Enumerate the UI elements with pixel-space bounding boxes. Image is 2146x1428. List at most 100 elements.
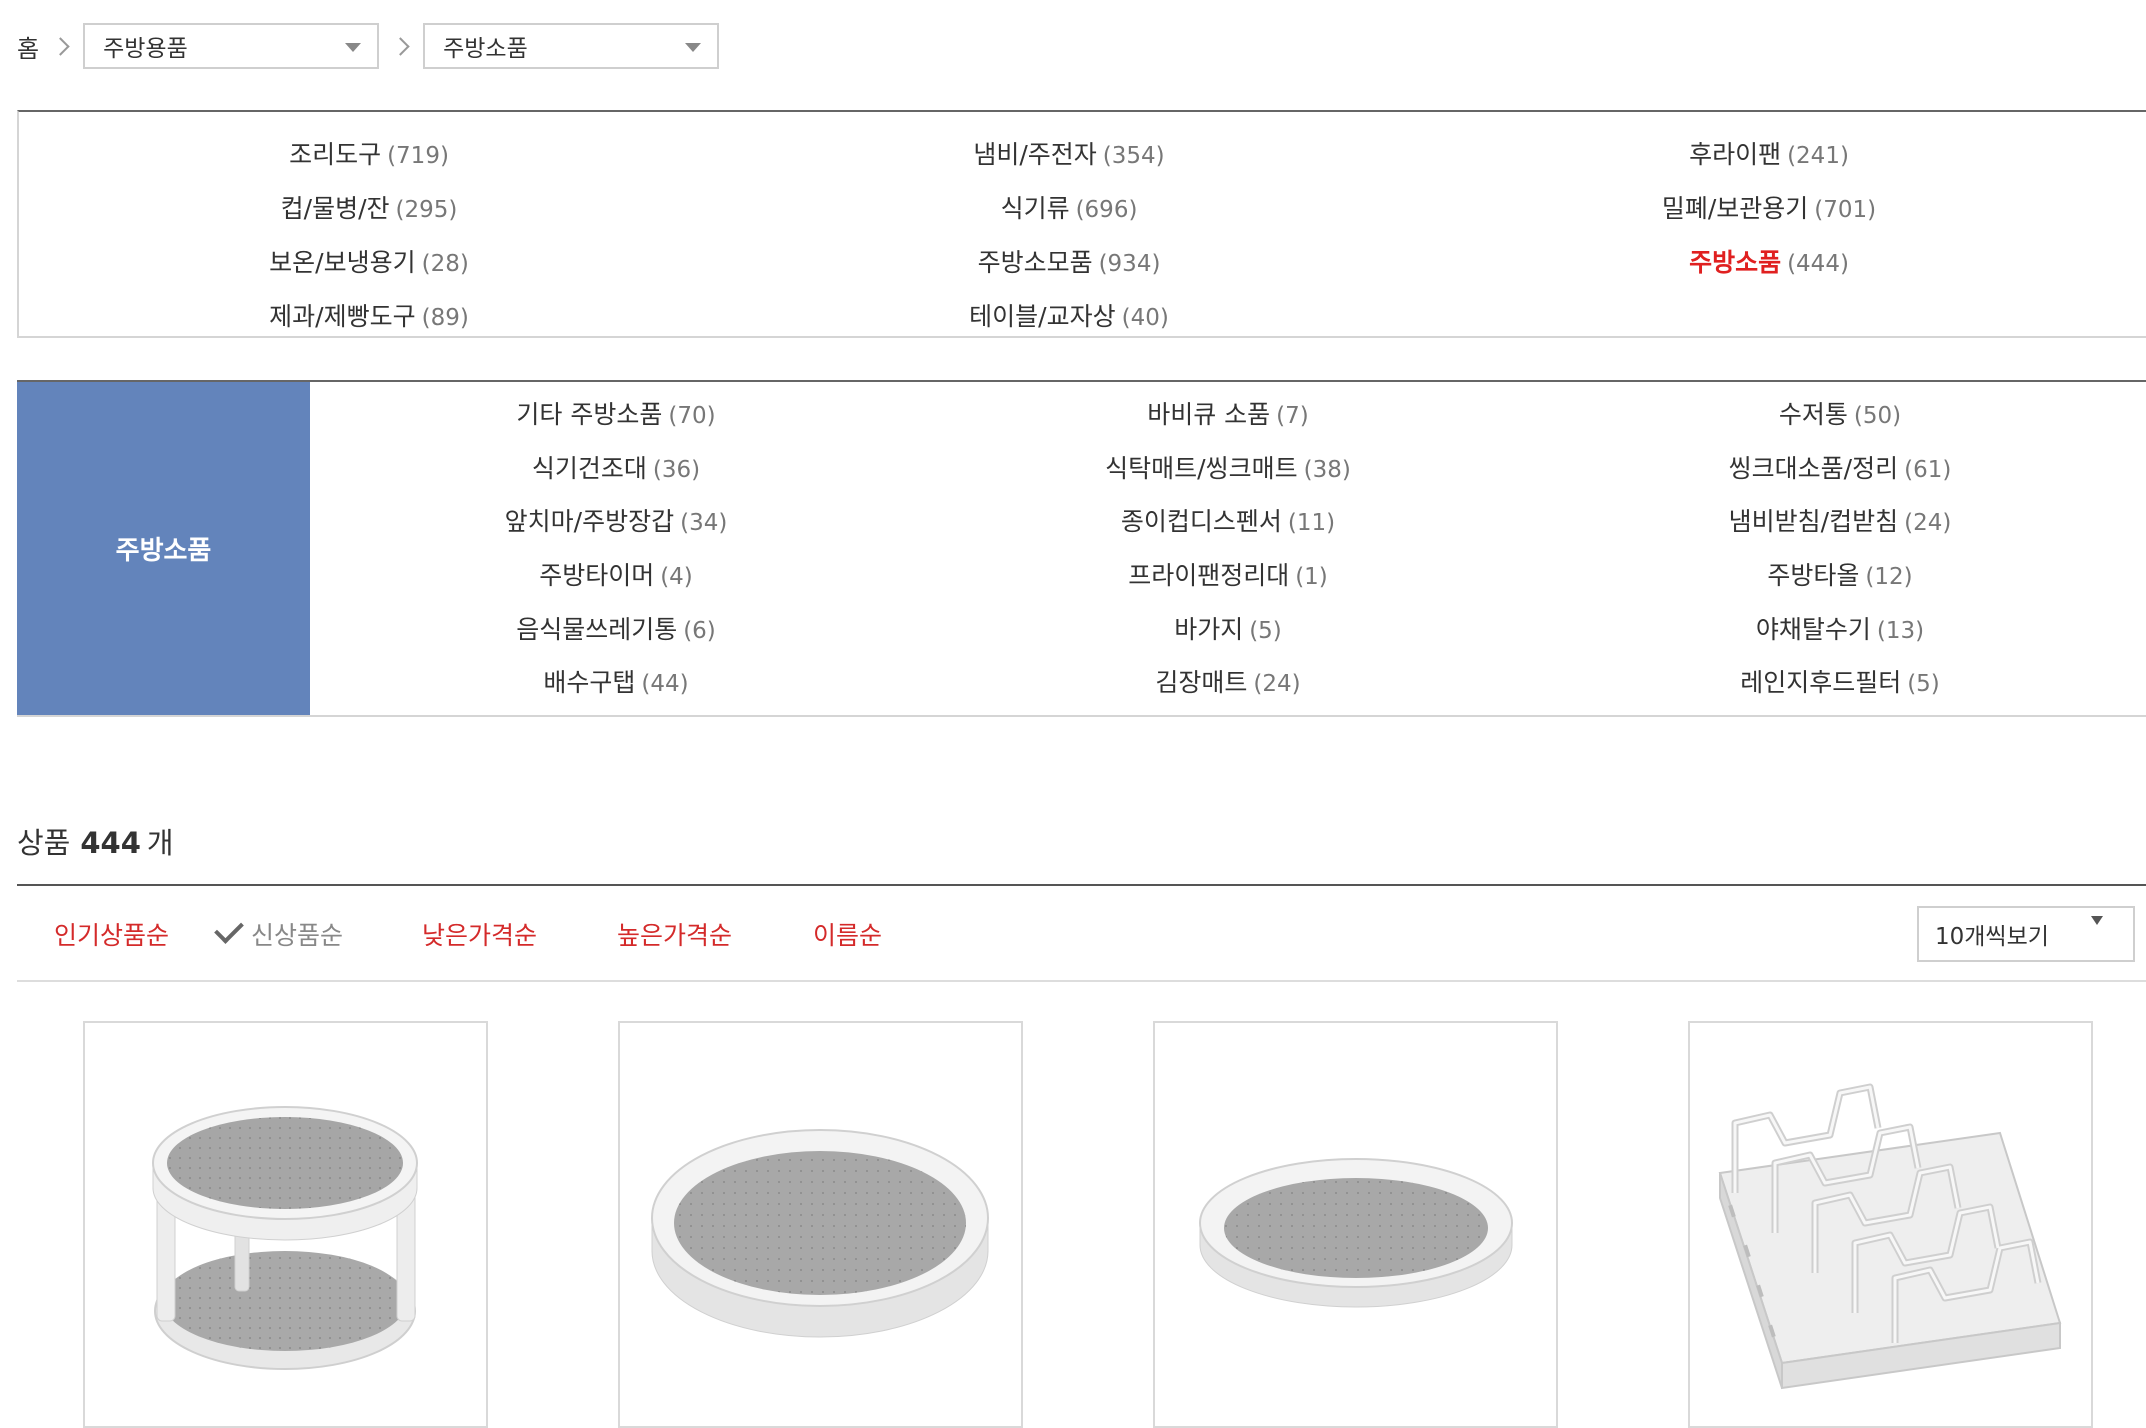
- subcategory-label: 기타 주방소품: [516, 400, 663, 429]
- sort-low-price[interactable]: 낮은가격순: [422, 916, 537, 952]
- sort-name[interactable]: 이름순: [813, 916, 882, 952]
- sort-popular[interactable]: 인기상품순: [54, 916, 169, 952]
- category-item[interactable]: 테이블/교자상 (40): [719, 290, 1419, 344]
- category-item[interactable]: 주방소품 (444): [1419, 236, 2119, 290]
- subcategory-count: (5): [1907, 671, 1940, 698]
- product-card[interactable]: [1688, 1021, 2093, 1428]
- category-label: 주방소모품: [977, 248, 1093, 277]
- view-count-select[interactable]: 10개씩보기: [1917, 906, 2135, 962]
- subcategory-item[interactable]: 냄비받침/컵받침 (24): [1534, 495, 2146, 549]
- subcategory-item[interactable]: 주방타올 (12): [1534, 549, 2146, 603]
- product-card[interactable]: [83, 1021, 488, 1428]
- product-count-number: 444: [80, 826, 141, 860]
- category-grid: 조리도구 (719) 냄비/주전자 (354) 후라이팬 (241) 컵/물병/잔 (295)…: [19, 112, 2146, 344]
- subcategory-label: 식기건조대: [531, 453, 647, 483]
- subcategory-label: 레인지후드필터: [1740, 668, 1902, 698]
- subcategory-label: 배수구탭: [543, 668, 636, 698]
- subcategory-label: 씽크대소품/정리: [1728, 453, 1899, 483]
- subcategory-label: 바가지: [1174, 614, 1244, 644]
- subcategory-item[interactable]: 식기건조대 (36): [310, 442, 922, 496]
- product-card[interactable]: [1153, 1021, 1558, 1428]
- category-level1-select[interactable]: 주방용품: [83, 23, 380, 69]
- category-count: (934): [1098, 251, 1161, 277]
- sort-newest-label: 신상품순: [251, 921, 344, 950]
- view-count-value: 10개씩보기: [1935, 924, 2049, 950]
- subcategory-item[interactable]: 야채탈수기 (13): [1534, 603, 2146, 657]
- category-label: 밀폐/보관용기: [1661, 194, 1809, 223]
- subcategory-count: (24): [1253, 671, 1301, 698]
- subcategory-grid: 기타 주방소품 (70) 바비큐 소품 (7) 수저통 (50) 식기건조대 (36) 식탁매트…: [310, 382, 2146, 715]
- subcategory-item[interactable]: 씽크대소품/정리 (61): [1534, 442, 2146, 496]
- category-count: (701): [1814, 197, 1877, 223]
- category-item[interactable]: 밀폐/보관용기 (701): [1419, 182, 2119, 236]
- subcategory-count: (6): [683, 617, 716, 644]
- subcategory-count: (12): [1865, 564, 1913, 591]
- subcategory-item[interactable]: 기타 주방소품 (70): [310, 388, 922, 442]
- category-item[interactable]: 주방소모품 (934): [719, 236, 1419, 290]
- breadcrumb: 홈 주방용품 주방소품: [17, 23, 720, 69]
- category-label: 조리도구: [289, 140, 382, 169]
- subcategory-count: (24): [1904, 510, 1952, 537]
- subcategory-item[interactable]: 수저통 (50): [1534, 388, 2146, 442]
- subcategory-count: (4): [660, 564, 693, 591]
- category-level1-value: 주방용품: [103, 36, 188, 62]
- dropdown-arrow-icon: [345, 43, 362, 52]
- subcategory-title: 주방소품: [17, 382, 310, 715]
- subcategory-count: (5): [1249, 617, 1282, 644]
- category-level2-select[interactable]: 주방소품: [423, 23, 720, 69]
- category-label: 테이블/교자상: [969, 302, 1116, 331]
- subcategory-label: 바비큐 소품: [1147, 400, 1271, 429]
- product-count-prefix: 상품: [17, 826, 71, 860]
- subcategory-label: 수저통: [1778, 400, 1848, 429]
- subcategory-item[interactable]: 주방타이머 (4): [310, 549, 922, 603]
- large-turntable-image: [651, 1129, 989, 1338]
- subcategory-count: (36): [652, 456, 701, 483]
- subcategory-count: (11): [1287, 510, 1336, 537]
- subcategory-item[interactable]: 식탁매트/씽크매트 (38): [922, 442, 1534, 496]
- subcategory-label: 주방타이머: [539, 561, 655, 591]
- subcategory-item[interactable]: 앞치마/주방장갑 (34): [310, 495, 922, 549]
- product-card[interactable]: [618, 1021, 1023, 1428]
- category-count: (719): [387, 143, 449, 169]
- subcategory-count: (34): [680, 510, 728, 537]
- dropdown-arrow-icon: [2091, 916, 2103, 925]
- product-count: 상품 444 개: [17, 820, 174, 862]
- subcategory-count: (1): [1295, 564, 1328, 591]
- subcategory-label: 김장매트: [1155, 668, 1248, 698]
- subcategory-item[interactable]: 김장매트 (24): [922, 656, 1534, 710]
- category-label: 제과/제빵도구: [269, 302, 416, 331]
- two-tier-turntable-image: [152, 1106, 418, 1370]
- category-item[interactable]: 컵/물병/잔 (295): [19, 182, 719, 236]
- sort-high-price[interactable]: 높은가격순: [617, 916, 732, 952]
- category-item[interactable]: 식기류 (696): [719, 182, 1419, 236]
- category-item[interactable]: 보온/보냉용기 (28): [19, 236, 719, 290]
- category-count: (354): [1102, 143, 1165, 169]
- subcategory-count: (7): [1276, 403, 1309, 429]
- category-item[interactable]: 제과/제빵도구 (89): [19, 290, 719, 344]
- subcategory-item[interactable]: 종이컵디스펜서 (11): [922, 495, 1534, 549]
- category-label: 보온/보냉용기: [269, 248, 416, 277]
- subcategory-item[interactable]: 바가지 (5): [922, 603, 1534, 657]
- subcategory-count: (50): [1853, 403, 1902, 429]
- category-label: 주방소품: [1689, 248, 1782, 277]
- category-item[interactable]: 조리도구 (719): [19, 128, 719, 182]
- subcategory-item[interactable]: 배수구탭 (44): [310, 656, 922, 710]
- subcategory-count: (44): [641, 671, 689, 698]
- subcategory-item[interactable]: 음식물쓰레기통 (6): [310, 603, 922, 657]
- breadcrumb-home-link[interactable]: 홈: [17, 29, 39, 64]
- subcategory-count: (70): [668, 403, 716, 429]
- subcategory-count: (13): [1876, 617, 1925, 644]
- subcategory-item[interactable]: 레인지후드필터 (5): [1534, 656, 2146, 710]
- category-item[interactable]: 후라이팬 (241): [1419, 128, 2119, 182]
- product-count-suffix: 개: [146, 826, 174, 860]
- category-count: (28): [421, 251, 469, 277]
- category-level2-value: 주방소품: [443, 36, 528, 62]
- subcategory-label: 프라이팬정리대: [1128, 561, 1290, 591]
- category-label: 후라이팬: [1689, 140, 1782, 169]
- subcategory-item[interactable]: 바비큐 소품 (7): [922, 388, 1534, 442]
- subcategory-label: 주방타올: [1767, 561, 1860, 591]
- subcategory-label: 음식물쓰레기통: [516, 614, 678, 644]
- subcategory-item[interactable]: 프라이팬정리대 (1): [922, 549, 1534, 603]
- category-item[interactable]: 냄비/주전자 (354): [719, 128, 1419, 182]
- sort-newest[interactable]: 신상품순: [214, 914, 344, 952]
